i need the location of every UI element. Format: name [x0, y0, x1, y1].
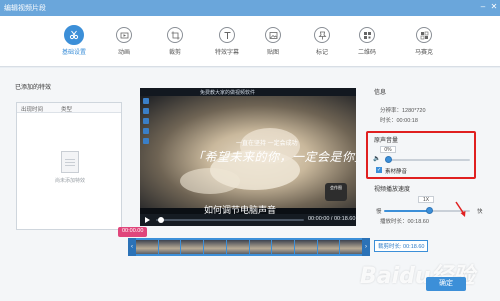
close-icon[interactable]: ✕ [489, 2, 499, 12]
tab-mosaic[interactable]: 马赛克 [404, 27, 444, 56]
text-icon [219, 27, 235, 43]
scissors-icon [64, 25, 84, 45]
video-time: 00:00:00 / 00:18.60 [308, 216, 356, 222]
tab-qrcode[interactable]: 二维码 [347, 27, 387, 56]
timeline-frames [136, 240, 363, 254]
minimize-icon[interactable]: – [478, 2, 488, 12]
speed-slow-label: 慢 [376, 209, 382, 215]
volume-label: 原声音量 [374, 138, 399, 144]
speed-fast-label: 快 [477, 209, 483, 215]
progress-knob[interactable] [158, 217, 164, 223]
toolbar: 基础设置 动画 裁剪 特效字幕 贴图 标记 二维码 马赛克 [0, 16, 500, 67]
play-icon[interactable] [145, 217, 150, 223]
tab-subtitles[interactable]: 特效字幕 [207, 27, 247, 56]
channel-logo: 会作图 [325, 183, 347, 201]
tab-crop[interactable]: 裁剪 [155, 27, 195, 56]
mute-checkbox[interactable]: ✓ [376, 167, 382, 173]
tab-label: 标记 [315, 50, 328, 56]
info-heading: 信息 [374, 90, 387, 96]
tab-label: 基础设置 [61, 50, 86, 56]
tab-label: 二维码 [357, 50, 376, 56]
ok-button[interactable]: 确定 [426, 277, 466, 291]
caption-top: 一直在坚持 一定会成功 [236, 141, 298, 147]
tab-animation[interactable]: 动画 [104, 27, 144, 56]
speaker-icon[interactable]: 🔈 [373, 155, 380, 162]
duration-text: 时长：00:00:18 [380, 118, 418, 124]
tab-markers[interactable]: 标记 [302, 27, 342, 56]
caption-main: 「希望未来的你，一定会是你」 [192, 150, 356, 164]
animation-icon [116, 27, 132, 43]
crop-icon [167, 27, 183, 43]
volume-value: 0% [380, 146, 396, 153]
tab-label: 特效字幕 [214, 50, 239, 56]
effects-table: 出现时间 类型 尚未添加特效 [16, 102, 122, 230]
column-header-time: 出现时间 [21, 107, 44, 113]
column-header-type: 类型 [61, 107, 73, 113]
qrcode-icon [359, 27, 375, 43]
mute-label: 素材静音 [385, 169, 408, 175]
resolution-text: 分辨率：1280*720 [380, 108, 426, 114]
volume-slider-knob[interactable] [385, 156, 392, 163]
timeline-strip[interactable]: ‹ › [128, 238, 370, 256]
total-duration-tag: 裁剪时长: 00:18.60 [374, 240, 429, 252]
title-bar: 编辑视频片段 – ✕ [0, 0, 500, 16]
effects-panel: 已添加的特效 [15, 82, 125, 91]
effects-heading: 已添加的特效 [15, 85, 52, 91]
video-topbar: 免费教大家的做视频软件 [140, 88, 356, 96]
document-icon [61, 151, 79, 173]
video-topbar-text: 免费教大家的做视频软件 [200, 90, 256, 96]
tab-label: 马赛克 [414, 50, 433, 56]
window-title: 编辑视频片段 [4, 5, 46, 12]
tab-label: 贴图 [266, 50, 279, 56]
speed-value: 1X [418, 196, 434, 203]
cloud-shape [180, 168, 240, 194]
video-progress-bar[interactable] [156, 219, 304, 221]
desktop-icons [143, 98, 151, 148]
video-controls: 00:00:00 / 00:18.60 [140, 214, 356, 226]
speed-slider-knob[interactable] [426, 207, 433, 214]
play-duration: 播放时长：00:18.60 [380, 219, 429, 225]
tab-basic-settings[interactable]: 基础设置 [54, 25, 94, 56]
trim-end-handle[interactable]: › [362, 238, 370, 256]
mosaic-icon [416, 27, 432, 43]
image-icon [265, 27, 281, 43]
speed-label: 视频播放速度 [374, 187, 411, 193]
tab-label: 动画 [117, 50, 130, 56]
empty-state: 尚未添加特效 [45, 151, 95, 184]
empty-text: 尚未添加特效 [54, 178, 85, 184]
tab-stickers[interactable]: 贴图 [253, 27, 293, 56]
start-time-tag: 00:00.00 [118, 227, 148, 237]
tab-label: 裁剪 [168, 50, 181, 56]
table-header: 出现时间 类型 [17, 103, 121, 113]
trim-start-handle[interactable]: ‹ [128, 238, 136, 256]
volume-slider[interactable] [385, 159, 470, 161]
video-preview[interactable]: 免费教大家的做视频软件 一直在坚持 一定会成功 「希望未来的你，一定会是你」 如… [140, 88, 356, 226]
red-arrow-annotation [455, 201, 466, 217]
pin-icon [314, 27, 330, 43]
